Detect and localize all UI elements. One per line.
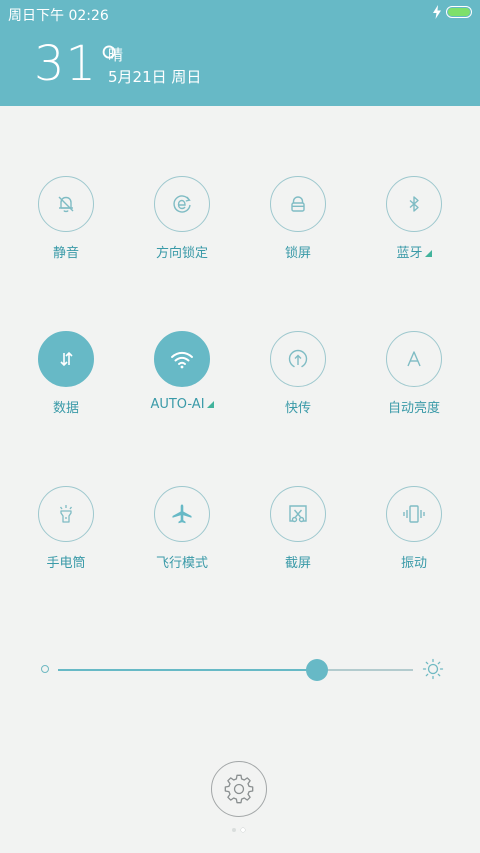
toggle-rotation-lock[interactable]: 方向锁定 bbox=[124, 176, 240, 261]
toggle-label-text: 锁屏 bbox=[284, 246, 311, 261]
page-indicator bbox=[232, 828, 245, 832]
auto-brightness-icon bbox=[407, 351, 421, 367]
date: 5月21日 周日 bbox=[108, 68, 202, 86]
toggle-wifi[interactable]: AUTO-AI bbox=[124, 331, 240, 412]
toggle-label-text: 振动 bbox=[400, 556, 427, 571]
toggle-screenshot[interactable]: 截屏 bbox=[240, 486, 356, 571]
toggle-label-text: 快传 bbox=[284, 401, 311, 416]
battery-icon bbox=[446, 6, 472, 18]
slider-track[interactable] bbox=[58, 659, 413, 681]
screenshot-icon bbox=[289, 505, 307, 523]
menu-indicator-icon bbox=[424, 250, 432, 257]
toggle-label-text: 方向锁定 bbox=[155, 246, 208, 261]
menu-indicator-icon bbox=[206, 401, 214, 408]
toggle-bluetooth[interactable]: 蓝牙 bbox=[356, 176, 472, 261]
brightness-high-icon bbox=[422, 658, 444, 680]
toggle-label: 飞行模式 bbox=[124, 552, 240, 571]
toggle-auto-brightness[interactable]: 自动亮度 bbox=[356, 331, 472, 416]
toggle-label-text: 数据 bbox=[52, 401, 79, 416]
charging-icon bbox=[433, 5, 441, 19]
bluetooth-icon bbox=[409, 196, 419, 212]
flashlight-icon bbox=[59, 505, 73, 523]
battery-level bbox=[448, 8, 470, 16]
toggle-label-text: 截屏 bbox=[284, 556, 311, 571]
settings-button[interactable] bbox=[211, 761, 267, 817]
toggle-circle[interactable] bbox=[270, 176, 326, 232]
status-icons bbox=[432, 5, 472, 19]
brightness-low-icon bbox=[41, 665, 49, 673]
weather-header: 周日下午 02:26 31° 晴 5月21日 周日 bbox=[0, 0, 480, 106]
toggle-label-text: 静音 bbox=[52, 246, 79, 261]
rotation-lock-icon bbox=[173, 195, 191, 213]
toggle-mute[interactable]: 静音 bbox=[8, 176, 124, 261]
bell-off-icon bbox=[58, 196, 74, 213]
toggle-circle[interactable] bbox=[154, 486, 210, 542]
toggle-circle[interactable] bbox=[386, 486, 442, 542]
toggle-circle[interactable] bbox=[386, 176, 442, 232]
mobile-data-icon bbox=[60, 351, 73, 367]
gear-icon bbox=[224, 774, 254, 804]
toggle-mobile-data[interactable]: 数据 bbox=[8, 331, 124, 416]
lock-icon bbox=[291, 196, 305, 212]
toggle-label: 手电筒 bbox=[8, 552, 124, 571]
toggle-circle[interactable] bbox=[154, 331, 210, 387]
toggle-circle[interactable] bbox=[154, 176, 210, 232]
slider-thumb[interactable] bbox=[306, 659, 329, 681]
toggle-flashlight[interactable]: 手电筒 bbox=[8, 486, 124, 571]
toggle-label: 蓝牙 bbox=[356, 242, 472, 261]
page-dot-active bbox=[241, 828, 245, 832]
toggle-vibrate[interactable]: 振动 bbox=[356, 486, 472, 571]
vibrate-icon bbox=[403, 505, 425, 523]
weather-condition: 晴 bbox=[108, 46, 124, 64]
toggle-label: 数据 bbox=[8, 397, 124, 416]
quick-transfer-icon bbox=[288, 349, 308, 368]
toggle-label-text: 飞行模式 bbox=[155, 556, 208, 571]
status-time: 周日下午 02:26 bbox=[8, 8, 109, 24]
toggle-circle[interactable] bbox=[270, 486, 326, 542]
toggle-quick-transfer[interactable]: 快传 bbox=[240, 331, 356, 416]
toggle-airplane-mode[interactable]: 飞行模式 bbox=[124, 486, 240, 571]
toggle-circle[interactable] bbox=[38, 486, 94, 542]
airplane-icon bbox=[172, 504, 192, 524]
toggle-label-text: 自动亮度 bbox=[387, 401, 440, 416]
toggle-label: 锁屏 bbox=[240, 242, 356, 261]
wifi-icon bbox=[171, 351, 193, 369]
toggle-label-text: 蓝牙 bbox=[396, 246, 423, 261]
toggle-circle[interactable] bbox=[38, 176, 94, 232]
toggle-circle[interactable] bbox=[38, 331, 94, 387]
toggle-label: 静音 bbox=[8, 242, 124, 261]
brightness-slider[interactable] bbox=[38, 656, 444, 684]
toggle-label: 振动 bbox=[356, 552, 472, 571]
page-dot bbox=[232, 828, 236, 832]
toggle-label-text: 手电筒 bbox=[46, 556, 86, 571]
toggle-label: AUTO-AI bbox=[124, 397, 240, 412]
toggle-circle[interactable] bbox=[386, 331, 442, 387]
toggle-label: 快传 bbox=[240, 397, 356, 416]
toggle-label: 截屏 bbox=[240, 552, 356, 571]
toggle-label: 自动亮度 bbox=[356, 397, 472, 416]
toggle-label-text: AUTO-AI bbox=[150, 397, 205, 412]
slider-fill bbox=[58, 669, 318, 671]
toggle-circle[interactable] bbox=[270, 331, 326, 387]
toggle-lock-screen[interactable]: 锁屏 bbox=[240, 176, 356, 261]
toggle-label: 方向锁定 bbox=[124, 242, 240, 261]
